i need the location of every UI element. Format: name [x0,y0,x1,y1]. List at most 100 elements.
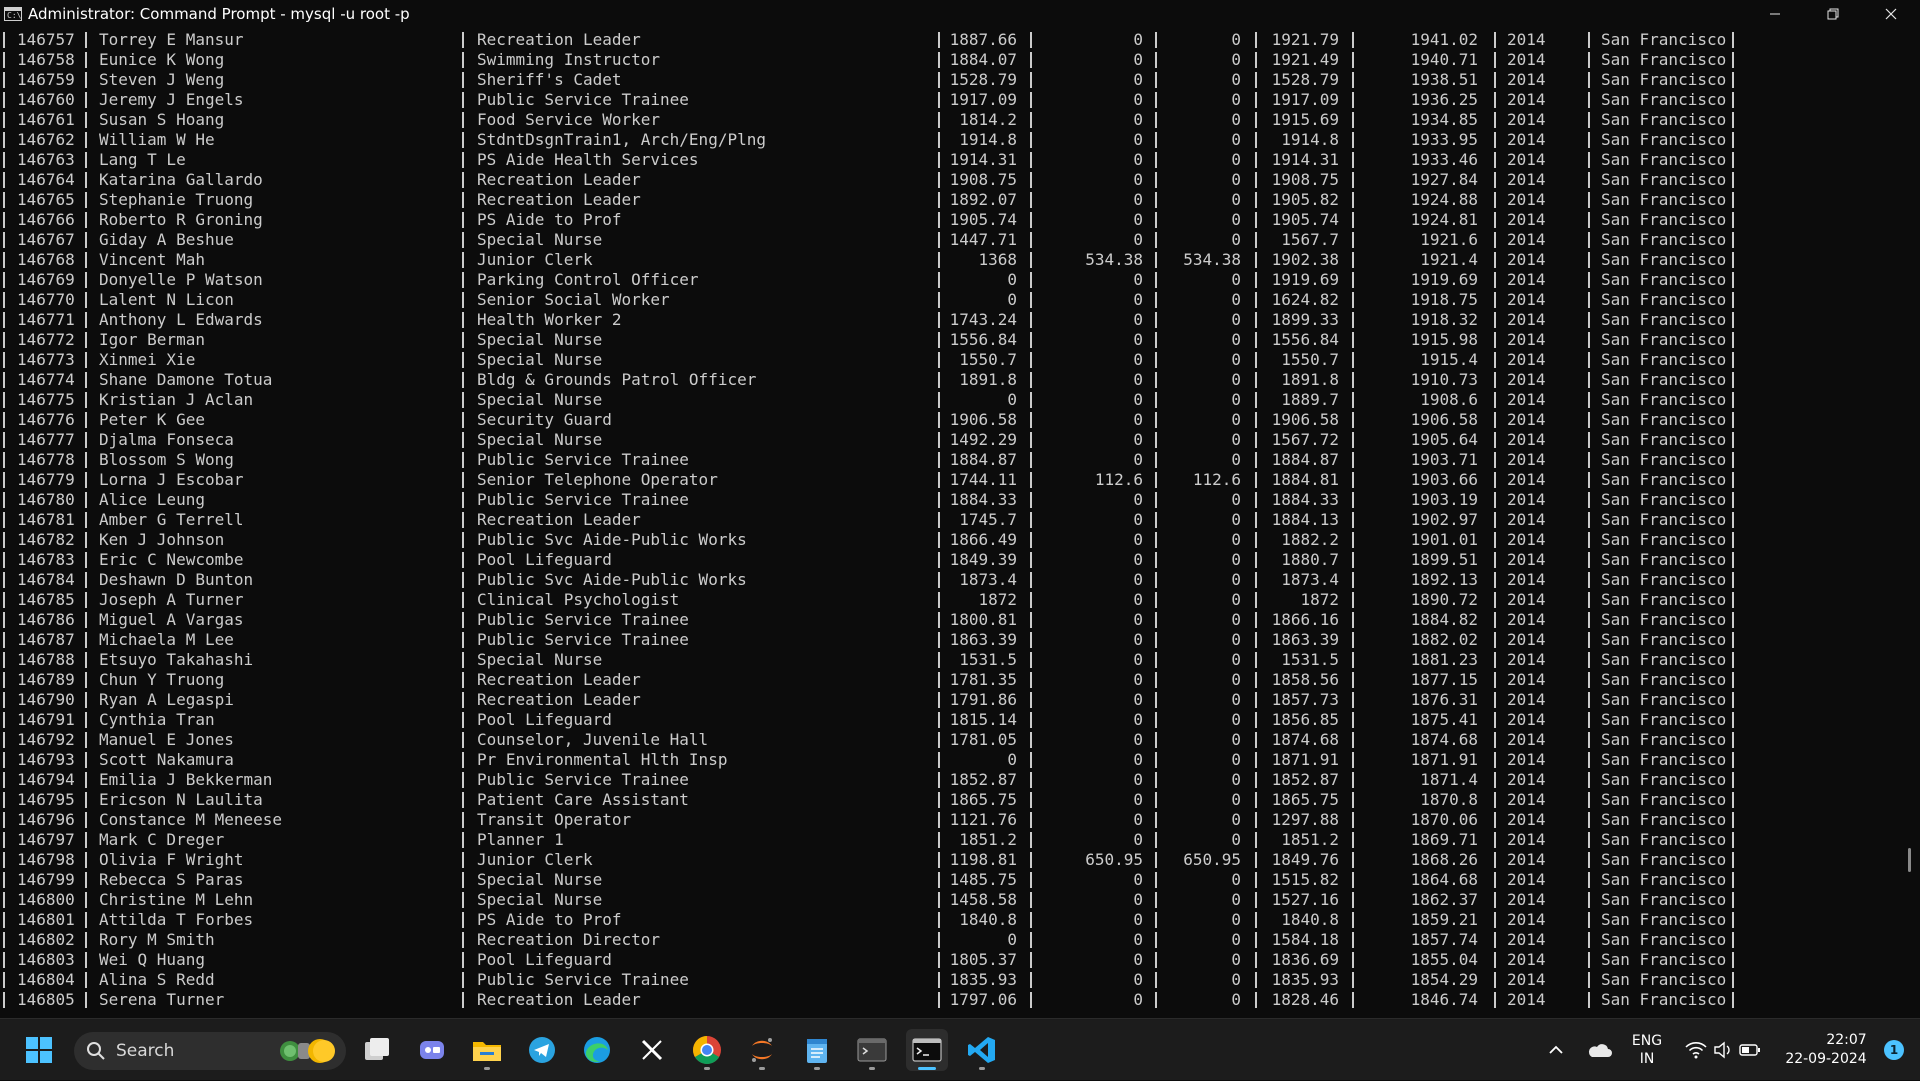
column-separator [1494,472,1496,488]
telegram-button[interactable] [521,1029,563,1071]
cell-job-title: Special Nurse [477,870,603,889]
column-separator [1030,132,1032,148]
cell-year: 2014 [1507,190,1546,209]
cell-base-pay: 1121.76 [949,810,1017,829]
cell-base-pay: 1851.2 [959,830,1017,849]
edge-button[interactable] [576,1029,618,1071]
terminal-button[interactable] [851,1029,893,1071]
column-separator [462,172,464,188]
close-button[interactable] [1862,0,1920,28]
cell-year: 2014 [1507,470,1546,489]
column-separator [1588,372,1590,388]
cell-total-pay: 1852.87 [1271,770,1339,789]
column-separator [1588,872,1590,888]
cell-agency: San Francisco [1601,950,1727,969]
quick-settings-button[interactable] [1680,1019,1766,1081]
start-button[interactable] [18,1029,60,1071]
column-separator [1732,432,1734,448]
cell-id: 146766 [17,210,75,229]
cell-overtime-pay: 0 [1133,930,1143,949]
column-separator [1732,52,1734,68]
cmd-icon: C:\ [4,7,22,21]
cell-id: 146769 [17,270,75,289]
column-separator [1255,992,1257,1008]
jupyter-button[interactable] [741,1029,783,1071]
show-hidden-icons-button[interactable] [1544,1019,1568,1081]
cell-base-pay: 1884.33 [949,490,1017,509]
cell-other-pay: 0 [1231,910,1241,929]
cell-total-pay: 1906.58 [1271,410,1339,429]
column-separator [1155,812,1157,828]
column-separator [1588,672,1590,688]
column-separator [85,72,87,88]
teams-button[interactable] [411,1029,453,1071]
task-view-button[interactable] [356,1029,398,1071]
column-separator [1732,412,1734,428]
cell-id: 146778 [17,450,75,469]
column-separator [3,392,5,408]
column-separator [1352,392,1354,408]
cell-base-pay: 1884.07 [949,50,1017,69]
column-separator [1030,572,1032,588]
column-separator [1030,692,1032,708]
column-separator [1155,212,1157,228]
column-separator [85,552,87,568]
command-prompt-button[interactable] [906,1029,948,1071]
minimize-button[interactable] [1746,0,1804,28]
column-separator [1155,552,1157,568]
language-indicator[interactable]: ENG IN [1624,1019,1670,1081]
restore-button[interactable] [1804,0,1862,28]
scrollbar-thumb[interactable] [1908,848,1911,872]
file-explorer-button[interactable] [466,1029,508,1071]
column-separator [1732,752,1734,768]
cell-agency: San Francisco [1601,610,1727,629]
cell-overtime-pay: 0 [1133,610,1143,629]
column-separator [1255,292,1257,308]
column-separator [1494,952,1496,968]
column-separator [3,92,5,108]
cell-base-pay: 1852.87 [949,770,1017,789]
console-output[interactable]: 146757 Torrey E Mansur Recreation Leader 18… [0,30,1920,1018]
column-separator [1494,632,1496,648]
column-separator [1588,952,1590,968]
cell-total-pay-benefits: 1876.31 [1410,690,1478,709]
cell-total-pay: 1915.69 [1271,110,1339,129]
column-separator [1732,512,1734,528]
cell-employee-name: Amber G Terrell [99,510,244,529]
cell-total-pay-benefits: 1919.69 [1410,270,1478,289]
cell-job-title: Public Service Trainee [477,490,689,509]
cell-id: 146770 [17,290,75,309]
cell-agency: San Francisco [1601,370,1727,389]
cell-employee-name: Lalent N Licon [99,290,234,309]
cell-total-pay-benefits: 1921.4 [1420,250,1478,269]
cell-employee-name: Christine M Lehn [99,890,254,909]
terminal-icon [857,1038,887,1062]
column-separator [1255,732,1257,748]
column-separator [1588,572,1590,588]
notifications-button[interactable]: 1 [1876,1019,1912,1081]
column-separator [1155,732,1157,748]
clock-button[interactable]: 22:07 22-09-2024 [1776,1019,1876,1081]
column-separator [462,792,464,808]
column-separator [3,692,5,708]
column-separator [1352,372,1354,388]
table-row: 146758 Eunice K Wong Swimming Instructor 18… [0,50,1760,70]
column-separator [3,952,5,968]
cell-other-pay: 0 [1231,990,1241,1009]
column-separator [1494,812,1496,828]
table-row: 146792 Manuel E Jones Counselor, Juvenile … [0,730,1760,750]
vscode-button[interactable] [961,1029,1003,1071]
chrome-button[interactable] [686,1029,728,1071]
column-separator [1255,812,1257,828]
onedrive-button[interactable] [1584,1019,1614,1081]
column-separator [462,832,464,848]
x-button[interactable] [631,1029,673,1071]
cell-id: 146805 [17,990,75,1009]
notepad-button[interactable] [796,1029,838,1071]
taskbar-search[interactable]: Search [74,1032,346,1070]
cell-base-pay: 1887.66 [949,30,1017,49]
cell-employee-name: Deshawn D Bunton [99,570,254,589]
column-separator [3,352,5,368]
cell-year: 2014 [1507,630,1546,649]
column-separator [1030,152,1032,168]
